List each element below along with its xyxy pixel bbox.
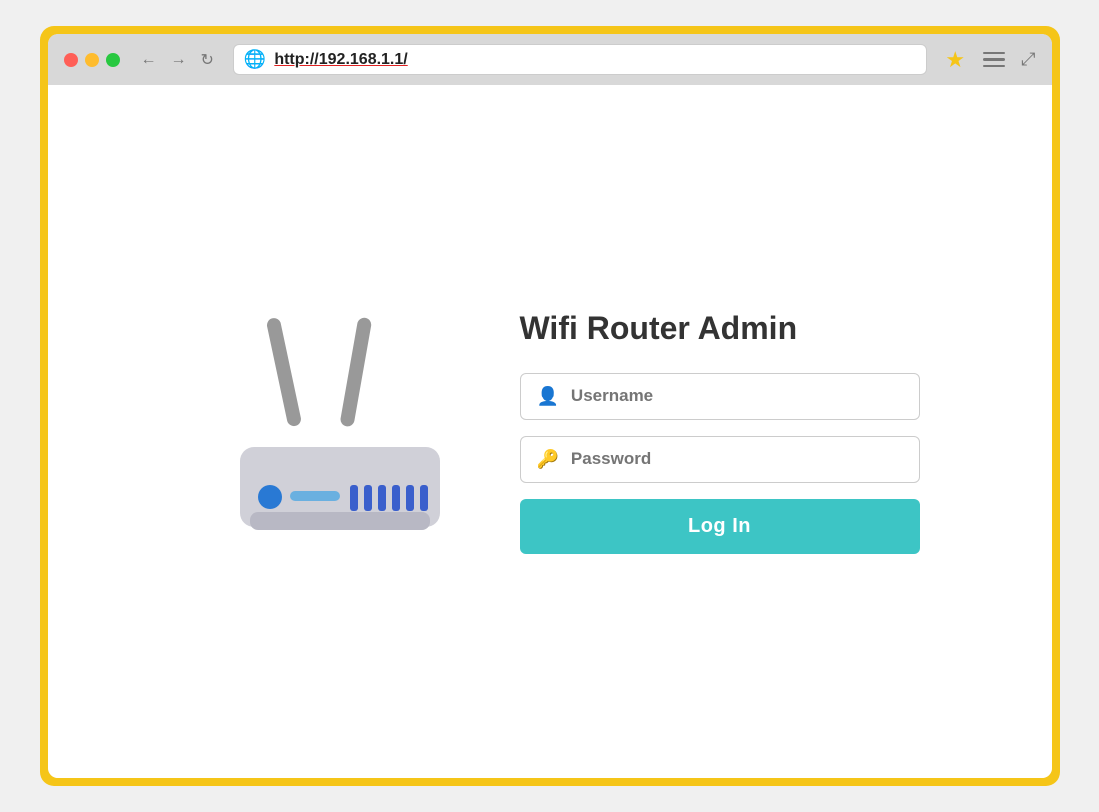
outer-border: ← → ↻ 🌐 http://192.168.1.1/ ★ ⤢ — [40, 26, 1060, 786]
minimize-button[interactable] — [85, 53, 99, 67]
forward-button[interactable]: → — [166, 49, 192, 71]
router-svg — [190, 297, 450, 567]
router-illustration — [180, 292, 460, 572]
url-text: http://192.168.1.1/ — [274, 51, 407, 69]
close-button[interactable] — [64, 53, 78, 67]
menu-line-2 — [983, 58, 1005, 61]
menu-button[interactable] — [979, 50, 1009, 70]
username-icon: 👤 — [537, 386, 559, 407]
page-title: Wifi Router Admin — [520, 310, 920, 347]
traffic-lights — [64, 53, 120, 67]
back-button[interactable]: ← — [136, 49, 162, 71]
maximize-button[interactable] — [106, 53, 120, 67]
fullscreen-button[interactable]: ⤢ — [1021, 49, 1035, 70]
reload-button[interactable]: ↻ — [196, 48, 219, 72]
bookmark-button[interactable]: ★ — [945, 47, 965, 73]
menu-line-1 — [983, 52, 1005, 55]
browser-content: Wifi Router Admin 👤 🔑 Log In — [48, 85, 1052, 778]
login-form: Wifi Router Admin 👤 🔑 Log In — [520, 310, 920, 554]
address-bar[interactable]: 🌐 http://192.168.1.1/ — [233, 44, 927, 75]
menu-line-3 — [983, 65, 1005, 68]
password-icon: 🔑 — [537, 449, 559, 470]
globe-icon: 🌐 — [244, 49, 266, 70]
login-area: Wifi Router Admin 👤 🔑 Log In — [180, 292, 920, 572]
password-wrapper: 🔑 — [520, 436, 920, 483]
browser-window: ← → ↻ 🌐 http://192.168.1.1/ ★ ⤢ — [48, 34, 1052, 778]
browser-titlebar: ← → ↻ 🌐 http://192.168.1.1/ ★ ⤢ — [48, 34, 1052, 85]
nav-buttons: ← → ↻ — [136, 48, 219, 72]
username-input[interactable] — [571, 386, 903, 406]
username-wrapper: 👤 — [520, 373, 920, 420]
login-button[interactable]: Log In — [520, 499, 920, 554]
password-input[interactable] — [571, 449, 903, 469]
